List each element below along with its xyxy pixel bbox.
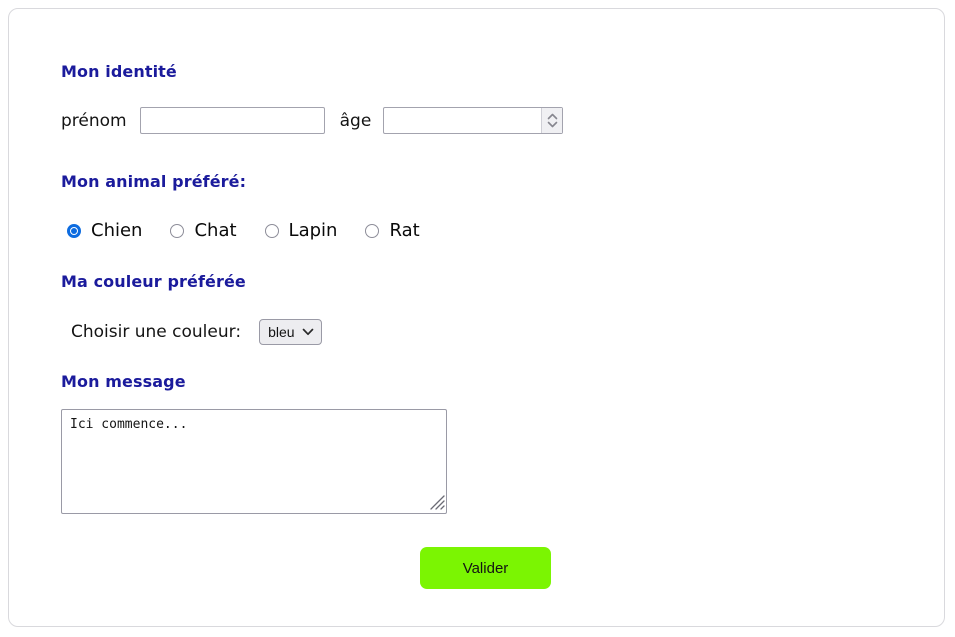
color-row: Choisir une couleur: bleu — [71, 319, 323, 345]
identity-heading: Mon identité — [61, 62, 177, 81]
chevron-down-icon[interactable] — [547, 121, 558, 128]
radio-label-chien: Chien — [91, 220, 143, 241]
submit-button[interactable]: Valider — [420, 547, 551, 589]
radio-option-lapin[interactable]: Lapin — [264, 220, 338, 241]
color-select-wrapper: bleu — [259, 319, 323, 345]
message-textarea[interactable] — [61, 409, 447, 514]
radio-option-chat[interactable]: Chat — [170, 220, 237, 241]
radio-icon-rat[interactable] — [365, 223, 380, 238]
age-input[interactable] — [383, 107, 564, 134]
age-label: âge — [339, 110, 372, 131]
color-select[interactable]: bleu — [259, 319, 323, 345]
age-stepper[interactable] — [541, 108, 563, 133]
radio-label-chat: Chat — [194, 220, 237, 241]
chevron-up-icon[interactable] — [547, 113, 558, 120]
color-heading: Ma couleur préférée — [61, 272, 246, 291]
radio-icon-chien[interactable] — [67, 223, 81, 238]
age-field-wrapper — [383, 107, 564, 134]
form-card: Mon identité prénom âge Mon animal préfé… — [8, 8, 945, 627]
firstname-input[interactable] — [139, 107, 325, 134]
radio-option-chien[interactable]: Chien — [67, 220, 142, 241]
radio-icon-chat[interactable] — [170, 223, 185, 238]
radio-label-rat: Rat — [389, 220, 420, 241]
color-select-label: Choisir une couleur: — [71, 322, 242, 342]
radio-icon-lapin[interactable] — [264, 223, 279, 238]
firstname-label: prénom — [61, 110, 127, 131]
radio-option-rat[interactable]: Rat — [365, 220, 420, 241]
pet-radio-group: Chien Chat Lapin Rat — [67, 220, 420, 241]
message-heading: Mon message — [61, 372, 186, 391]
identity-row: prénom âge — [61, 107, 564, 134]
pet-heading: Mon animal préféré: — [61, 172, 247, 191]
radio-label-lapin: Lapin — [288, 220, 338, 241]
